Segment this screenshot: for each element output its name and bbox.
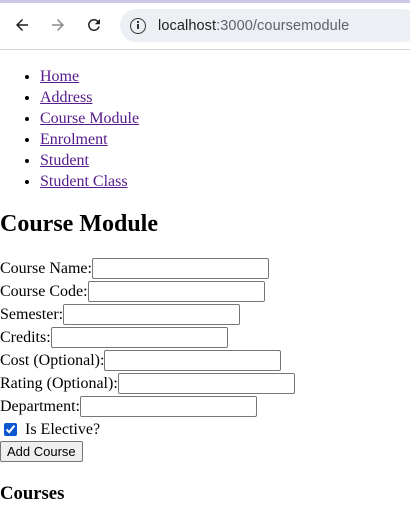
nav-item-enrolment: Enrolment (40, 129, 410, 150)
url-path: :3000/coursemodule (216, 17, 350, 34)
department-input[interactable] (79, 396, 257, 417)
credits-row: Credits: (0, 326, 410, 349)
semester-input[interactable] (63, 304, 241, 325)
course-code-input[interactable] (87, 281, 265, 302)
cost-row: Cost (Optional): (0, 349, 410, 372)
url-host: localhost (158, 17, 217, 34)
elective-row: Is Elective? (0, 418, 410, 440)
cost-input[interactable] (104, 350, 282, 371)
course-form: Course Name: Course Code: Semester: Cred… (0, 257, 410, 462)
course-code-row: Course Code: (0, 280, 410, 303)
nav-item-student-class: Student Class (40, 171, 410, 192)
nav-link-address[interactable]: Address (40, 89, 92, 106)
reload-button[interactable] (83, 14, 105, 36)
nav-link-enrolment[interactable]: Enrolment (40, 131, 108, 148)
nav-link-home[interactable]: Home (40, 68, 79, 85)
credits-input[interactable] (50, 327, 228, 348)
elective-checkbox[interactable] (4, 422, 17, 436)
rating-input[interactable] (117, 373, 295, 394)
rating-label: Rating (Optional): (0, 375, 118, 392)
nav-item-home: Home (40, 66, 410, 87)
nav-item-address: Address (40, 87, 410, 108)
tab-strip-edge (0, 0, 410, 3)
nav-item-course-module: Course Module (40, 108, 410, 129)
page-content: Home Address Course Module Enrolment Stu… (0, 66, 410, 504)
url-text[interactable]: localhost:3000/coursemodule (158, 18, 349, 34)
nav-item-student: Student (40, 150, 410, 171)
department-row: Department: (0, 395, 410, 418)
course-name-row: Course Name: (0, 257, 410, 280)
arrow-right-icon (52, 19, 64, 31)
courses-heading: Courses (0, 483, 65, 504)
site-info-icon[interactable] (130, 17, 146, 34)
semester-label: Semester: (0, 306, 64, 323)
reload-icon (88, 18, 100, 31)
nav-list: Home Address Course Module Enrolment Stu… (0, 66, 410, 192)
add-course-button[interactable]: Add Course (0, 441, 83, 462)
nav-link-course-module[interactable]: Course Module (40, 110, 139, 127)
course-name-label: Course Name: (0, 260, 92, 277)
elective-label[interactable]: Is Elective? (25, 419, 100, 440)
nav-link-student[interactable]: Student (40, 152, 89, 169)
course-code-label: Course Code: (0, 283, 88, 300)
back-button[interactable] (11, 14, 33, 36)
semester-row: Semester: (0, 303, 410, 326)
cost-label: Cost (Optional): (0, 352, 105, 369)
page-title: Course Module (0, 211, 158, 237)
nav-link-student-class[interactable]: Student Class (40, 173, 128, 190)
rating-row: Rating (Optional): (0, 372, 410, 395)
credits-label: Credits: (0, 329, 51, 346)
address-bar[interactable]: localhost:3000/coursemodule (120, 9, 410, 42)
browser-toolbar: localhost:3000/coursemodule (0, 0, 410, 50)
department-label: Department: (0, 398, 80, 415)
forward-button[interactable] (47, 14, 69, 36)
course-name-input[interactable] (91, 258, 269, 279)
arrow-left-icon (16, 19, 28, 31)
